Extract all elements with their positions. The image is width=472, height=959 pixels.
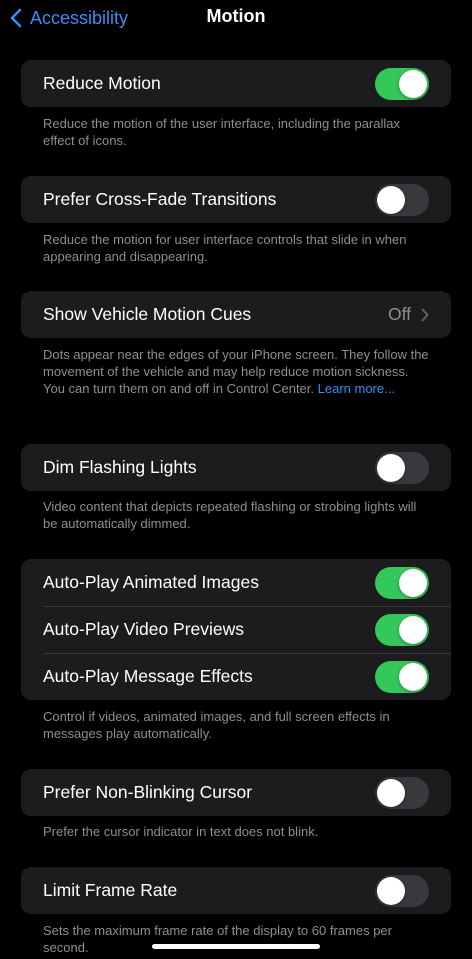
toggle-knob — [377, 453, 405, 482]
dim-flashing-group: Dim Flashing Lights — [21, 444, 451, 491]
reduce-motion-group: Reduce Motion — [21, 60, 451, 107]
vehicle-cues-row[interactable]: Show Vehicle Motion Cues Off — [21, 291, 451, 338]
cross-fade-toggle[interactable] — [375, 183, 429, 216]
page-title: Motion — [206, 6, 266, 26]
dim-flashing-footer: Video content that depicts repeated flas… — [43, 499, 417, 531]
learn-more-link[interactable]: Learn more... — [318, 381, 395, 396]
cross-fade-row: Prefer Cross-Fade Transitions — [21, 176, 451, 223]
cross-fade-group: Prefer Cross-Fade Transitions — [21, 176, 451, 223]
reduce-motion-row: Reduce Motion — [21, 60, 451, 107]
autoplay-animated-images-label: Auto-Play Animated Images — [43, 572, 259, 592]
non-blinking-group: Prefer Non-Blinking Cursor — [21, 769, 451, 816]
vehicle-cues-footer: Dots appear near the edges of your iPhon… — [43, 346, 433, 397]
home-indicator[interactable] — [152, 944, 320, 949]
toggle-knob — [399, 662, 427, 691]
non-blinking-footer: Prefer the cursor indicator in text does… — [43, 824, 319, 839]
cross-fade-label: Prefer Cross-Fade Transitions — [43, 189, 277, 209]
vehicle-cues-label: Show Vehicle Motion Cues — [43, 304, 252, 324]
chevron-right-icon — [421, 308, 429, 321]
autoplay-footer: Control if videos, animated images, and … — [43, 709, 390, 741]
autoplay-video-previews-toggle[interactable] — [375, 613, 429, 646]
vehicle-cues-value[interactable]: Off — [388, 304, 429, 325]
toggle-knob — [399, 615, 427, 644]
vehicle-cues-group: Show Vehicle Motion Cues Off — [21, 291, 451, 338]
dim-flashing-toggle[interactable] — [375, 451, 429, 484]
autoplay-animated-images-row: Auto-Play Animated Images — [21, 559, 451, 606]
autoplay-video-previews-label: Auto-Play Video Previews — [43, 619, 245, 639]
reduce-motion-label: Reduce Motion — [43, 73, 161, 93]
toggle-knob — [377, 185, 405, 214]
autoplay-group: Auto-Play Animated Images Auto-Play Vide… — [21, 559, 451, 700]
reduce-motion-toggle[interactable] — [375, 67, 429, 100]
reduce-motion-footer: Reduce the motion of the user interface,… — [43, 116, 400, 148]
frame-rate-label: Limit Frame Rate — [43, 880, 178, 900]
frame-rate-toggle[interactable] — [375, 874, 429, 907]
toggle-knob — [377, 876, 405, 905]
dim-flashing-row: Dim Flashing Lights — [21, 444, 451, 491]
toggle-knob — [399, 69, 427, 98]
autoplay-video-previews-row: Auto-Play Video Previews — [21, 606, 451, 653]
autoplay-message-effects-label: Auto-Play Message Effects — [43, 666, 253, 686]
cross-fade-footer: Reduce the motion for user interface con… — [43, 232, 407, 264]
frame-rate-row: Limit Frame Rate — [21, 867, 451, 914]
toggle-knob — [377, 778, 405, 807]
navigation-bar: Accessibility Motion — [0, 0, 472, 36]
non-blinking-row: Prefer Non-Blinking Cursor — [21, 769, 451, 816]
frame-rate-footer: Sets the maximum frame rate of the displ… — [43, 923, 392, 955]
toggle-knob — [399, 568, 427, 597]
autoplay-message-effects-row: Auto-Play Message Effects — [21, 653, 451, 700]
non-blinking-toggle[interactable] — [375, 776, 429, 809]
autoplay-animated-images-toggle[interactable] — [375, 566, 429, 599]
dim-flashing-label: Dim Flashing Lights — [43, 457, 197, 477]
frame-rate-group: Limit Frame Rate — [21, 867, 451, 914]
autoplay-message-effects-toggle[interactable] — [375, 660, 429, 693]
vehicle-cues-value-text: Off — [387, 304, 411, 324]
non-blinking-label: Prefer Non-Blinking Cursor — [43, 782, 253, 802]
